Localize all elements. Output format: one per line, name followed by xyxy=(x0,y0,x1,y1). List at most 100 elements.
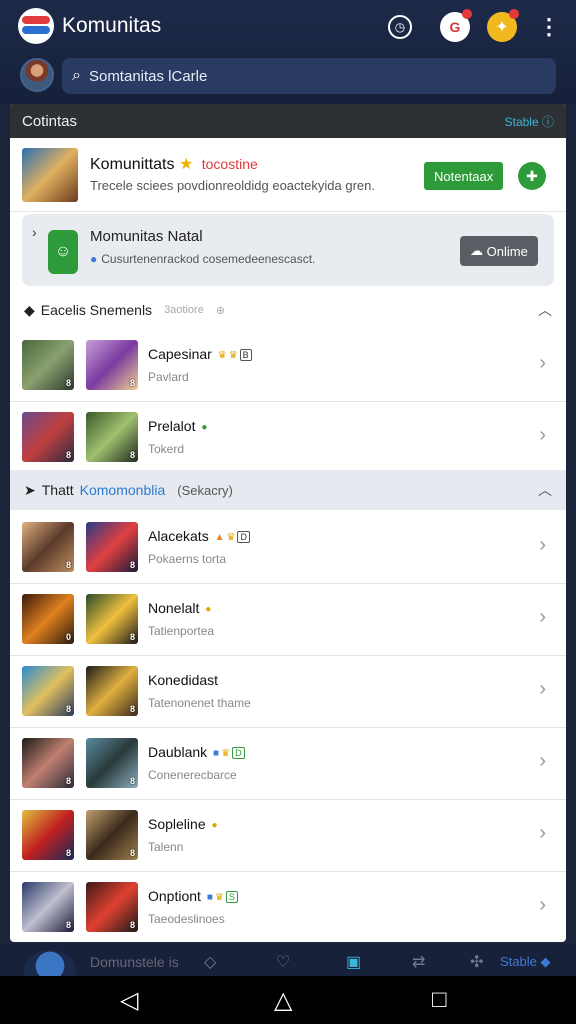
section-header-community[interactable]: ➤ Thatt Komomonblia (Sekacry) ︿ xyxy=(10,470,566,510)
tab-label: Domunstele is xyxy=(90,954,179,970)
tag-icon: D xyxy=(232,747,245,760)
thumb-badge: 8 xyxy=(65,378,71,388)
thumb-badge: 8 xyxy=(65,560,71,570)
back-icon[interactable]: ◁ xyxy=(120,986,138,1015)
join-button[interactable]: Notentaax xyxy=(424,162,504,190)
thumb-badge: 8 xyxy=(129,776,135,786)
main-panel: Cotintas Stable ⓘ Komunittats ★ tocostin… xyxy=(10,104,566,942)
row-subtitle: Pokaerns torta xyxy=(148,552,227,566)
search-input[interactable] xyxy=(88,67,509,85)
app-title: Komunitas xyxy=(62,14,162,37)
list-item[interactable]: 0 8 Nonelalt ● Tatienportea › xyxy=(10,584,566,656)
list-item[interactable]: 8 8 Alacekats ▲ ♛ D Pokaerns torta › xyxy=(10,512,566,584)
recents-icon[interactable]: □ xyxy=(432,986,447,1014)
featured-title: Komunittats xyxy=(90,156,175,173)
community-notice[interactable]: › ☺ Momunitas Natal ● Cusurtenenrackod co… xyxy=(22,214,554,286)
settings-icon[interactable]: ✣ xyxy=(470,952,483,972)
game-thumbnail: 8 xyxy=(22,340,74,390)
thumb-badge: 8 xyxy=(65,920,71,930)
game-thumbnail: 8 xyxy=(86,412,138,462)
section-title-link[interactable]: Komomonblia xyxy=(80,482,166,498)
thumb-badge: 8 xyxy=(129,560,135,570)
tag-icon: D xyxy=(237,531,250,544)
notice-desc-line: ● Cusurtenenrackod cosemedeenescasct. xyxy=(90,252,315,266)
chevron-right-icon: › xyxy=(539,606,546,628)
app-bar: Komunitas ◷ G ✦ ⋮ ⌕ xyxy=(0,0,576,104)
home-icon[interactable]: △ xyxy=(274,986,292,1015)
play-icon[interactable]: ▣ xyxy=(346,952,361,972)
game-thumbnail: 8 xyxy=(86,738,138,788)
row-subtitle: Tatienportea xyxy=(148,624,215,638)
row-title-line: Onptiont ■ ♛ S xyxy=(148,888,238,904)
online-button-label: Onlime xyxy=(486,243,528,259)
list-item[interactable]: 8 8 Capesinar ♛ ♛ B Pavlard › xyxy=(10,330,566,402)
coin-icon: ● xyxy=(211,819,218,831)
row-title: Konedidast xyxy=(148,672,219,688)
shield-icon: ☺ xyxy=(48,230,78,274)
stable-link[interactable]: Stable ⓘ xyxy=(505,113,554,130)
row-title: Daublank xyxy=(148,744,208,760)
featured-thumbnail xyxy=(22,148,78,202)
row-title-line: Daublank ■ ♛ D xyxy=(148,744,245,760)
section-subtitle: 3aotiore xyxy=(164,304,204,316)
section-header-featured[interactable]: ◆ Eacelis Snemenls 3aotiore ⊕ ︿ xyxy=(10,290,566,330)
search-bar[interactable]: ⌕ xyxy=(62,58,556,94)
thumb-badge: 8 xyxy=(129,848,135,858)
row-title-line: Capesinar ♛ ♛ B xyxy=(148,346,252,362)
row-subtitle: Tokerd xyxy=(148,442,185,456)
game-thumbnail: 8 xyxy=(86,594,138,644)
system-navbar: ◁ △ □ xyxy=(0,976,576,1024)
avatar[interactable] xyxy=(20,58,54,92)
game-thumbnail: 8 xyxy=(22,810,74,860)
tag-icon: B xyxy=(239,349,252,362)
swap-icon[interactable]: ⇄ xyxy=(412,952,425,972)
chevron-right-icon: › xyxy=(539,894,546,916)
tab-stable[interactable]: Stable ◆ xyxy=(500,954,550,970)
more-menu-icon[interactable]: ⋮ xyxy=(534,12,564,42)
app-logo-icon xyxy=(18,8,54,44)
flame-icon: ▲ xyxy=(214,531,225,543)
diamond-icon[interactable]: ◇ xyxy=(204,952,216,972)
chevron-right-icon: › xyxy=(539,424,546,446)
verified-icon: ■ xyxy=(206,891,213,903)
online-button[interactable]: ☁ Onlime xyxy=(460,236,538,266)
row-subtitle: Talenn xyxy=(148,840,184,854)
row-subtitle: Taeodeslinoes xyxy=(148,912,225,926)
crown-icon: ♛ xyxy=(221,747,231,759)
collapse-icon[interactable]: ︿ xyxy=(538,300,552,320)
star-icon: ★ xyxy=(178,156,194,173)
game-thumbnail: 8 xyxy=(86,810,138,860)
chevron-right-icon: › xyxy=(539,750,546,772)
info-icon: ● xyxy=(90,252,98,266)
panel-header: Cotintas Stable ⓘ xyxy=(10,104,566,138)
list-item[interactable]: 8 8 Konedidast Tatenonenet thame › xyxy=(10,656,566,728)
row-title-line: Nonelalt ● xyxy=(148,600,211,616)
game-thumbnail: 8 xyxy=(22,882,74,932)
collapse-icon[interactable]: ︿ xyxy=(538,480,552,500)
list-item[interactable]: 8 8 Onptiont ■ ♛ S Taeodeslinoes › xyxy=(10,872,566,942)
crown-icon: ♛ xyxy=(228,349,238,361)
row-title: Onptiont xyxy=(148,888,201,904)
list-item[interactable]: 8 8 Daublank ■ ♛ D Conenerecbarce › xyxy=(10,728,566,800)
tab-stable-label: Stable xyxy=(500,954,537,969)
list-item[interactable]: 8 8 Prelalot ● Tokerd › xyxy=(10,402,566,474)
section-title: Eacelis Snemenls xyxy=(40,302,153,318)
thumb-badge: 0 xyxy=(65,632,71,642)
row-title: Prelalot xyxy=(148,418,196,434)
crown-icon: ♛ xyxy=(226,531,236,543)
list-item[interactable]: 8 8 Sopleline ● Talenn › xyxy=(10,800,566,872)
row-subtitle: Tatenonenet thame xyxy=(148,696,251,710)
crown-icon: ♛ xyxy=(214,891,224,903)
thumb-badge: 8 xyxy=(129,378,135,388)
featured-title-line: Komunittats ★ tocostine xyxy=(90,154,258,174)
expand-arrow-icon[interactable]: › xyxy=(32,224,37,240)
section-icon: ➤ xyxy=(24,481,36,498)
rocket-icon[interactable]: ✦ xyxy=(487,9,519,42)
bottom-tab-bar: Domunstele is ◇ ♡ ▣ ⇄ ✣ Stable ◆ xyxy=(0,944,576,990)
google-icon[interactable]: G xyxy=(440,9,472,42)
heart-icon[interactable]: ♡ xyxy=(276,952,290,972)
thumb-badge: 8 xyxy=(129,450,135,460)
featured-description: Trecele sciees povdionreoldidg eoactekyi… xyxy=(90,178,375,193)
share-icon[interactable]: ✚ xyxy=(518,162,546,190)
clock-icon[interactable]: ◷ xyxy=(388,15,412,39)
